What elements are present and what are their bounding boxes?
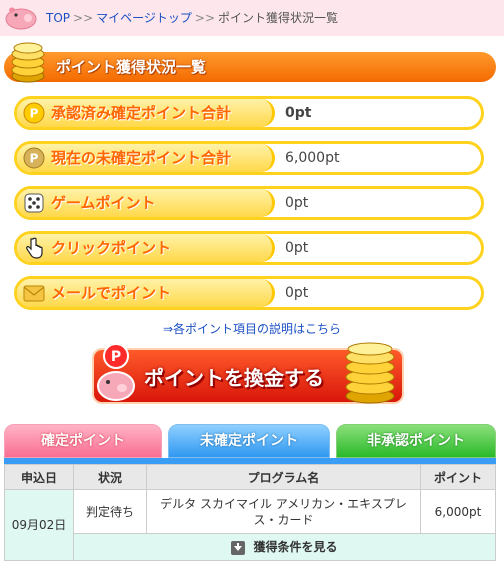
date-cell: 09月02日 (4, 489, 74, 561)
breadcrumb-separator: >> (194, 11, 215, 25)
breadcrumb: TOP >> マイページトップ >> ポイント獲得状況一覧 (0, 0, 504, 36)
explain-row: ⇒各ポイント項目の説明はこちら (0, 322, 504, 336)
summary-value: 0pt (285, 195, 309, 211)
view-conditions-label: 獲得条件を見る (253, 540, 338, 555)
breadcrumb-mypage-link[interactable]: マイページトップ (96, 11, 192, 25)
condition-cell: 獲得条件を見る (73, 533, 496, 561)
summary-row-click: クリックポイント 0pt (14, 231, 484, 265)
point-explanation-link[interactable]: ⇒各ポイント項目の説明はこちら (163, 322, 341, 336)
column-header: 申込日 (4, 464, 74, 490)
column-header: プログラム名 (146, 464, 421, 490)
breadcrumb-separator: >> (73, 11, 94, 25)
pig-mascot-icon: P (97, 343, 135, 401)
tab-rejected-points[interactable]: 非承認ポイント (336, 424, 496, 458)
summary-value: 0pt (285, 105, 312, 121)
summary-row-approved: P 承認済み確定ポイント合計 0pt (14, 96, 484, 130)
program-name-cell: デルタ スカイマイル アメリカン・エキスプレス・カード (146, 489, 421, 534)
table-header-row: 申込日 状況 プログラム名 ポイント (4, 464, 496, 490)
mail-icon (23, 285, 45, 302)
summary-label: 現在の未確定ポイント合計 (51, 149, 232, 167)
svg-text:P: P (30, 107, 39, 121)
view-conditions-button[interactable]: 獲得条件を見る (231, 539, 338, 555)
status-cell: 判定待ち (73, 489, 147, 534)
summary-row-game: ゲームポイント 0pt (14, 186, 484, 220)
summary-value: 0pt (285, 285, 309, 301)
cash-out-button[interactable]: P ポイントを換金する (92, 340, 404, 406)
page-title-bar: ポイント獲得状況一覧 (4, 52, 496, 82)
summary-row-pending: P 現在の未確定ポイント合計 6,000pt (14, 141, 484, 175)
table-row: 獲得条件を見る (5, 533, 496, 561)
point-tabs: 確定ポイント 未確定ポイント 非承認ポイント (4, 424, 496, 460)
summary-value: 0pt (285, 240, 309, 256)
column-header: ポイント (420, 464, 496, 490)
summary-label: クリックポイント (51, 239, 172, 257)
dice-icon (24, 193, 44, 213)
cursor-hand-icon (26, 237, 43, 259)
page-title: ポイント獲得状況一覧 (56, 58, 207, 76)
cash-out-label: ポイントを換金する (144, 366, 324, 390)
summary-label: メールでポイント (51, 284, 172, 302)
summary-row-mail: メールでポイント 0pt (14, 276, 484, 310)
coin-stack-icon (11, 42, 45, 83)
pig-mascot-icon (5, 7, 37, 30)
coin-stack-icon (345, 342, 395, 404)
summary-label: ゲームポイント (51, 194, 156, 212)
breadcrumb-current: ポイント獲得状況一覧 (218, 11, 339, 25)
summary-label: 承認済み確定ポイント合計 (51, 104, 232, 122)
tab-unconfirmed-points[interactable]: 未確定ポイント (168, 424, 330, 458)
summary-value: 6,000pt (285, 150, 340, 166)
history-table: 申込日 状況 プログラム名 ポイント 09月02日 判定待ち デルタ スカイマイ… (4, 464, 496, 561)
points-cell: 6,000pt (420, 489, 496, 534)
breadcrumb-trail: TOP >> マイページトップ >> ポイント獲得状況一覧 (46, 11, 338, 25)
tab-confirmed-points[interactable]: 確定ポイント (4, 424, 162, 458)
p-coin-icon: P (23, 102, 45, 124)
column-header: 状況 (73, 464, 147, 490)
svg-text:P: P (30, 152, 39, 166)
download-icon (231, 540, 246, 555)
p-coin-icon: P (23, 147, 45, 169)
breadcrumb-top-link[interactable]: TOP (46, 11, 70, 25)
table-row: 09月02日 判定待ち デルタ スカイマイル アメリカン・エキスプレス・カード … (4, 489, 496, 561)
svg-text:P: P (111, 349, 121, 365)
